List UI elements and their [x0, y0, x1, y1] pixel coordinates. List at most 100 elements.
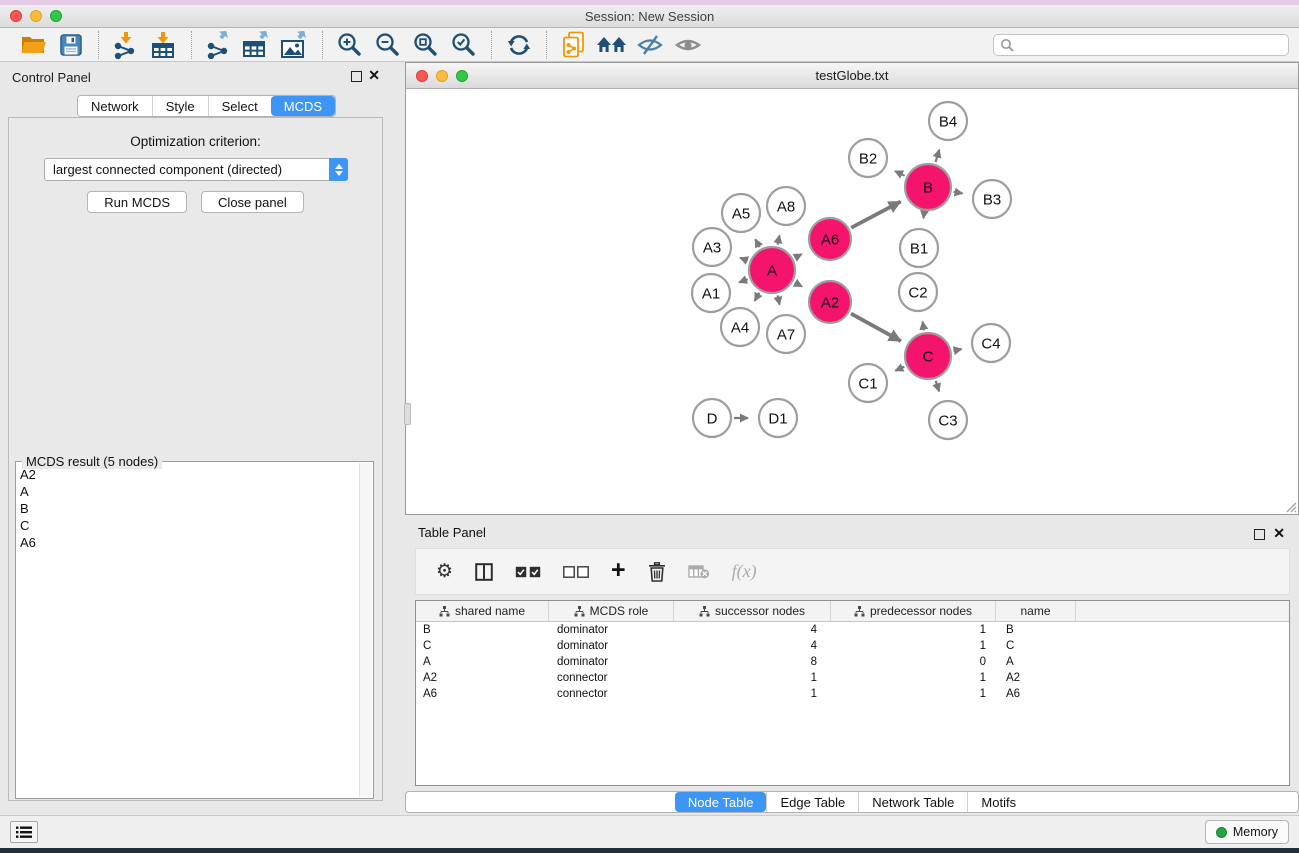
delete-column-trash-icon[interactable]: [648, 557, 666, 587]
table-settings-gear-icon[interactable]: ⚙: [436, 557, 453, 587]
float-panel-icon[interactable]: [351, 71, 362, 82]
graph-node-A3[interactable]: A3: [693, 228, 731, 266]
graph-edge-C-C4[interactable]: [953, 349, 961, 351]
open-session-icon[interactable]: [14, 30, 52, 60]
graph-edge-A-A1[interactable]: [739, 279, 748, 282]
table-row[interactable]: A2connector11A2: [416, 670, 1289, 686]
zoom-fit-icon[interactable]: [407, 30, 445, 60]
graph-edge-C-C2[interactable]: [923, 322, 924, 331]
graph-node-B1[interactable]: B1: [900, 229, 938, 267]
graph-edge-A-A3[interactable]: [740, 258, 748, 261]
graph-edge-A-A6[interactable]: [795, 254, 802, 258]
graph-node-A2[interactable]: A2: [809, 281, 851, 323]
graph-edge-B-B4[interactable]: [936, 150, 940, 162]
memory-button[interactable]: Memory: [1205, 820, 1289, 844]
graph-node-B[interactable]: B: [905, 164, 951, 210]
home-icon[interactable]: [593, 30, 631, 60]
graph-edge-B-B3[interactable]: [954, 192, 963, 194]
search-field[interactable]: [993, 34, 1289, 56]
graph-edge-A-A4[interactable]: [755, 293, 760, 301]
result-list-item[interactable]: C: [16, 517, 359, 534]
graph-node-A4[interactable]: A4: [721, 308, 759, 346]
graph-node-C[interactable]: C: [905, 333, 951, 379]
criterion-dropdown[interactable]: largest connected component (directed): [44, 158, 348, 181]
graph-node-A5[interactable]: A5: [722, 194, 760, 232]
show-graphics-details-icon[interactable]: [669, 30, 707, 60]
network-window-titlebar[interactable]: testGlobe.txt: [406, 63, 1298, 89]
graph-edge-A-A5[interactable]: [755, 239, 759, 247]
column-header-name[interactable]: name: [996, 601, 1076, 621]
zoom-window-icon[interactable]: [50, 10, 62, 22]
float-table-panel-icon[interactable]: [1254, 529, 1265, 540]
close-table-panel-icon[interactable]: ✕: [1273, 525, 1285, 542]
graph-edge-A-A7[interactable]: [778, 295, 780, 304]
new-network-from-file-icon[interactable]: [555, 30, 593, 60]
graph-node-C1[interactable]: C1: [849, 364, 887, 402]
tab-select[interactable]: Select: [208, 96, 271, 116]
export-image-icon[interactable]: [276, 30, 314, 60]
column-header-successor-nodes[interactable]: successor nodes: [674, 601, 831, 621]
tab-network-table[interactable]: Network Table: [858, 792, 967, 812]
graph-node-A6[interactable]: A6: [809, 218, 851, 260]
column-header-predecessor-nodes[interactable]: predecessor nodes: [831, 601, 996, 621]
graph-edge-C-C1[interactable]: [895, 367, 904, 371]
search-input[interactable]: [1018, 36, 1282, 54]
create-column-icon[interactable]: +: [611, 557, 626, 587]
graph-node-C3[interactable]: C3: [929, 401, 967, 439]
tab-motifs[interactable]: Motifs: [967, 792, 1029, 812]
minimize-window-icon[interactable]: [30, 10, 42, 22]
table-row[interactable]: Bdominator41B: [416, 622, 1289, 638]
table-row[interactable]: A6connector11A6: [416, 686, 1289, 702]
import-table-icon[interactable]: [145, 30, 183, 60]
result-list-item[interactable]: B: [16, 500, 359, 517]
graph-edge-A-A8[interactable]: [778, 235, 780, 244]
network-canvas[interactable]: B4B2BB3A8A5A6A3B1AA1C2A2A4A7C4CC1DD1C3: [406, 89, 1298, 514]
graph-node-B4[interactable]: B4: [929, 102, 967, 140]
graph-node-C2[interactable]: C2: [899, 273, 937, 311]
zoom-in-icon[interactable]: [331, 30, 369, 60]
graph-node-B2[interactable]: B2: [849, 139, 887, 177]
zoom-out-icon[interactable]: [369, 30, 407, 60]
result-list-item[interactable]: A: [16, 483, 359, 500]
graph-edge-A2-C[interactable]: [851, 314, 901, 341]
mcds-result-list[interactable]: A2ABCA6: [16, 466, 359, 798]
tab-network[interactable]: Network: [78, 96, 152, 116]
result-list-item[interactable]: A6: [16, 534, 359, 551]
graph-node-D1[interactable]: D1: [759, 399, 797, 437]
hide-graphics-details-icon[interactable]: [631, 30, 669, 60]
export-network-icon[interactable]: [200, 30, 238, 60]
save-session-icon[interactable]: [52, 30, 90, 60]
export-table-icon[interactable]: [238, 30, 276, 60]
show-columns-icon[interactable]: [475, 557, 493, 587]
splitter-handle[interactable]: [404, 403, 411, 425]
run-mcds-button[interactable]: Run MCDS: [87, 191, 187, 213]
tab-node-table[interactable]: Node Table: [675, 792, 767, 812]
column-header-shared-name[interactable]: shared name: [416, 601, 549, 621]
tab-style[interactable]: Style: [152, 96, 208, 116]
graph-node-A[interactable]: A: [749, 247, 795, 293]
import-network-icon[interactable]: [107, 30, 145, 60]
graph-node-A8[interactable]: A8: [767, 187, 805, 225]
graph-edge-A6-B[interactable]: [851, 202, 900, 228]
close-window-icon[interactable]: [10, 10, 22, 22]
tab-mcds[interactable]: MCDS: [271, 96, 335, 116]
tab-edge-table[interactable]: Edge Table: [766, 792, 858, 812]
close-panel-icon[interactable]: ✕: [368, 67, 380, 84]
refresh-icon[interactable]: [500, 30, 538, 60]
network-minimize-icon[interactable]: [436, 70, 448, 82]
result-scrollbar[interactable]: [359, 463, 372, 797]
delete-table-icon[interactable]: [688, 557, 710, 587]
graph-edge-A-A2[interactable]: [795, 283, 802, 287]
network-close-icon[interactable]: [416, 70, 428, 82]
graph-edge-B-B1[interactable]: [923, 213, 924, 219]
column-header-mcds-role[interactable]: MCDS role: [549, 601, 674, 621]
graph-node-A7[interactable]: A7: [767, 315, 805, 353]
network-zoom-icon[interactable]: [456, 70, 468, 82]
graph-edge-C-C3[interactable]: [936, 381, 939, 392]
select-all-columns-icon[interactable]: [515, 557, 541, 587]
graph-node-B3[interactable]: B3: [973, 180, 1011, 218]
graph-node-C4[interactable]: C4: [972, 324, 1010, 362]
table-row[interactable]: Adominator80A: [416, 654, 1289, 670]
resize-grip-icon[interactable]: [1283, 499, 1297, 513]
function-builder-icon[interactable]: f(x): [732, 557, 757, 587]
